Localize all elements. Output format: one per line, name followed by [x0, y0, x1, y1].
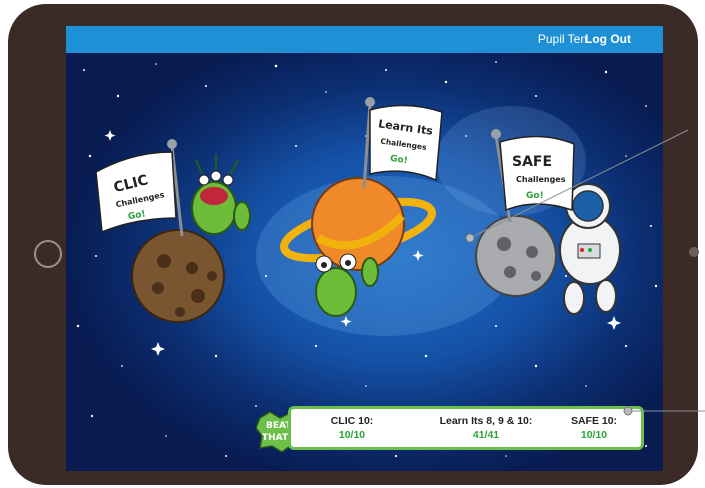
score-item: CLIC 10: 10/10: [317, 415, 387, 441]
flag-pole-knob: [365, 97, 375, 107]
alien-character: [315, 253, 379, 317]
clic-challenge-button[interactable]: CLIC Challenges Go!: [92, 116, 252, 326]
user-name: Pupil Ten: [537, 32, 587, 46]
flag-pole: [362, 103, 372, 189]
home-button[interactable]: [34, 240, 62, 268]
asteroid-planet: [131, 229, 225, 323]
flag-pole-knob: [167, 139, 177, 149]
ringed-planet: [280, 177, 436, 271]
logout-link[interactable]: Log Out: [585, 32, 631, 46]
callout-lines: [465, 129, 705, 416]
score-label: CLIC 10:: [330, 415, 374, 427]
top-bar: Pupil Ten Log Out: [66, 26, 663, 53]
alien-character: [191, 154, 251, 235]
score-value: 10/10: [338, 429, 366, 441]
learn-its-challenge-button[interactable]: Learn Its Challenges Go!: [278, 92, 448, 332]
